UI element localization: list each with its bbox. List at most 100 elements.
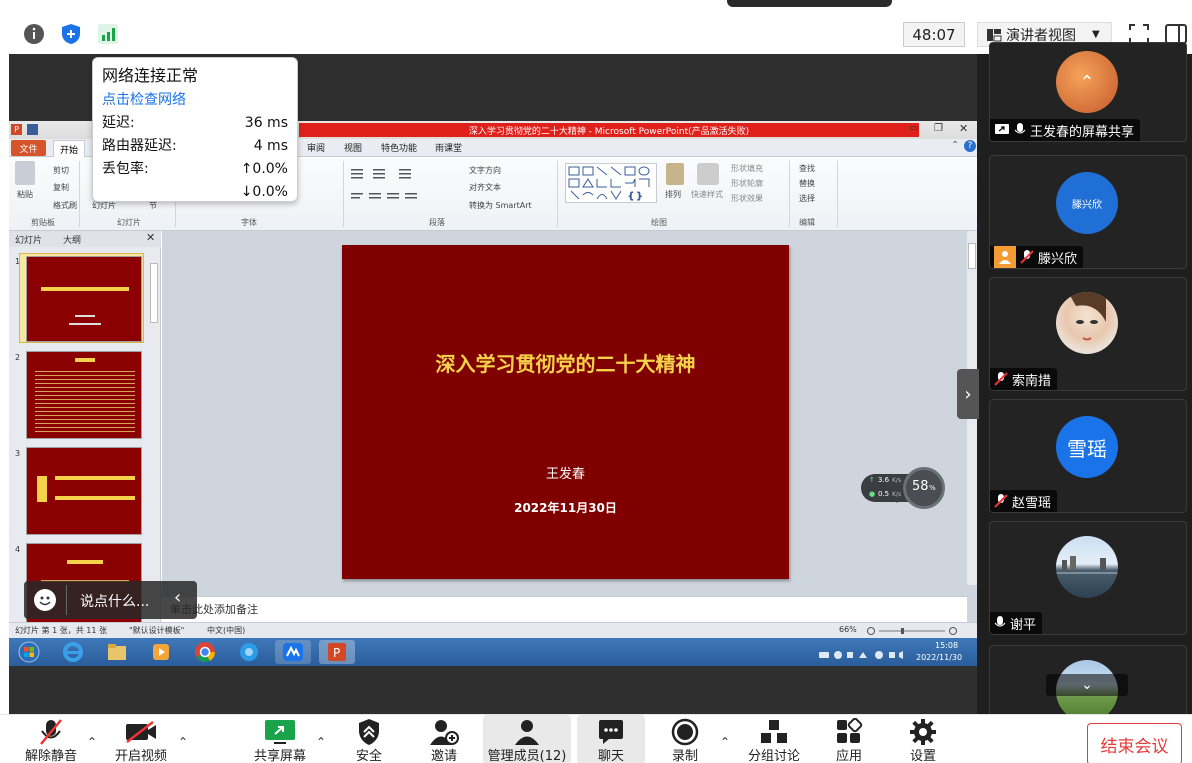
- invite-button[interactable]: 邀请: [420, 715, 468, 763]
- group-drawing: 绘图: [651, 218, 667, 227]
- chat-input-bar[interactable]: 说点什么... ‹: [24, 581, 197, 619]
- arrange-icon[interactable]: [666, 163, 684, 185]
- powerpoint-task-icon[interactable]: P: [319, 640, 355, 664]
- participant-panel: ⌃ 王发春的屏幕共享 滕兴欣 滕兴欣 索南措 雪瑶 赵雪瑶 谢平 ⌄: [977, 42, 1192, 725]
- restore-icon[interactable]: ❐: [934, 123, 943, 134]
- slide-title: 深入学习贯彻党的二十大精神: [435, 352, 696, 376]
- tencent-meeting-icon[interactable]: [275, 640, 311, 664]
- shape-fill-button[interactable]: 形状填充: [731, 163, 763, 174]
- record-button[interactable]: 录制: [662, 715, 708, 763]
- gear-icon: [910, 719, 936, 745]
- share-options-chevron-icon[interactable]: ⌃: [316, 735, 326, 749]
- participant-label: 王发春的屏幕共享: [990, 119, 1141, 141]
- breakout-rooms-button[interactable]: 分组讨论: [744, 715, 804, 763]
- chrome-icon[interactable]: [187, 640, 223, 664]
- group-clipboard: 剪贴板: [31, 218, 55, 227]
- tab-outline[interactable]: 大纲: [63, 233, 81, 246]
- apps-label: 应用: [835, 749, 862, 763]
- paragraph-controls[interactable]: [349, 165, 449, 209]
- replace-button[interactable]: 替换: [799, 178, 815, 189]
- zoom-slider[interactable]: [867, 627, 957, 635]
- help-icon[interactable]: ?: [964, 140, 976, 152]
- align-text-button[interactable]: 对齐文本: [469, 182, 501, 193]
- chat-label: 聊天: [597, 749, 624, 763]
- ribbon-divider: [789, 161, 790, 227]
- security-button[interactable]: 安全: [344, 715, 394, 763]
- ribbon-collapse-icon[interactable]: ⌃: [951, 140, 959, 151]
- format-painter-button[interactable]: 格式刷: [53, 200, 77, 211]
- tab-home[interactable]: 开始: [53, 140, 85, 157]
- media-player-icon[interactable]: [143, 640, 179, 664]
- find-button[interactable]: 查找: [799, 163, 815, 174]
- close-icon[interactable]: ✕: [959, 122, 968, 135]
- chat-button[interactable]: 聊天: [577, 715, 645, 763]
- participant-name: 滕兴欣: [1038, 251, 1078, 267]
- participant-tile-2[interactable]: 滕兴欣 滕兴欣: [989, 155, 1187, 269]
- save-icon[interactable]: [27, 124, 38, 135]
- tab-review[interactable]: 审阅: [307, 141, 325, 154]
- windows-start-icon[interactable]: [11, 640, 47, 664]
- shape-outline-button[interactable]: 形状轮廓: [731, 178, 763, 189]
- signal-icon[interactable]: [96, 22, 120, 46]
- participant-tile-5[interactable]: 谢平: [989, 521, 1187, 635]
- quick-styles-icon[interactable]: [697, 163, 719, 185]
- participant-tile-6[interactable]: ⌄: [989, 645, 1187, 725]
- record-options-chevron-icon[interactable]: ⌃: [720, 735, 730, 749]
- shapes-gallery[interactable]: { }: [565, 163, 657, 203]
- system-tray-icons[interactable]: [819, 646, 907, 659]
- apps-button[interactable]: 应用: [826, 715, 872, 763]
- unmute-button[interactable]: 解除静音: [22, 715, 80, 763]
- collapse-panel-button[interactable]: ›: [957, 369, 979, 419]
- notes-area[interactable]: 单击此处添加备注: [162, 596, 967, 622]
- shield-icon[interactable]: [59, 22, 83, 46]
- editor-scroll-handle[interactable]: [968, 243, 976, 269]
- network-speed-widget[interactable]: ↑ 3.6 K/s ● 0.5 K/s 58 %: [861, 467, 945, 509]
- info-icon[interactable]: [22, 22, 46, 46]
- video-options-chevron-icon[interactable]: ⌃: [178, 735, 188, 749]
- ie-browser-icon[interactable]: [55, 640, 91, 664]
- muted-microphone-icon: [40, 719, 62, 745]
- text-direction-button[interactable]: 文字方向: [469, 165, 501, 176]
- current-slide[interactable]: 深入学习贯彻党的二十大精神 王发春 2022年11月30日: [342, 245, 789, 579]
- slide-thumbnail-2[interactable]: [26, 351, 142, 439]
- minimize-icon[interactable]: ▭: [909, 123, 918, 134]
- close-pane-icon[interactable]: ✕: [146, 231, 155, 244]
- group-font: 字体: [241, 218, 257, 227]
- check-network-link[interactable]: 点击检查网络: [102, 88, 288, 112]
- tab-file[interactable]: 文件: [11, 140, 46, 156]
- cut-button[interactable]: 剪切: [53, 165, 69, 176]
- slide-count: 幻灯片 第 1 张，共 11 张: [15, 626, 107, 635]
- audio-options-chevron-icon[interactable]: ⌃: [87, 735, 97, 749]
- select-button[interactable]: 选择: [799, 193, 815, 204]
- participant-tile-3[interactable]: 索南措: [989, 277, 1187, 391]
- slide-thumbnail-1[interactable]: [26, 256, 142, 342]
- thumb-scrollbar[interactable]: [149, 247, 159, 622]
- copy-button[interactable]: 复制: [53, 182, 69, 193]
- manage-members-button[interactable]: 管理成员(12): [483, 715, 571, 763]
- start-video-button[interactable]: 开启视频: [112, 715, 170, 763]
- tab-special-features[interactable]: 特色功能: [381, 141, 417, 154]
- participant-tile-4[interactable]: 雪瑶 赵雪瑶: [989, 399, 1187, 513]
- chevron-up-icon[interactable]: ⌃: [1079, 72, 1094, 93]
- chevron-down-icon[interactable]: ⌄: [1046, 674, 1128, 696]
- participant-tile-share[interactable]: ⌃ 王发春的屏幕共享: [989, 42, 1187, 142]
- download-unit: K/s: [892, 491, 902, 498]
- tab-view[interactable]: 视图: [344, 141, 362, 154]
- thumb-scroll-handle[interactable]: [150, 263, 158, 323]
- end-meeting-button[interactable]: 结束会议: [1087, 723, 1182, 763]
- breakout-rooms-icon: [761, 720, 787, 743]
- thumb-number: 2: [15, 353, 21, 362]
- edge-browser-icon[interactable]: [231, 640, 267, 664]
- tab-rain-classroom[interactable]: 雨课堂: [435, 141, 462, 154]
- share-screen-button[interactable]: 共享屏幕: [250, 715, 310, 763]
- settings-button[interactable]: 设置: [900, 715, 946, 763]
- file-explorer-icon[interactable]: [99, 640, 135, 664]
- paste-icon[interactable]: [15, 161, 35, 185]
- chevron-left-icon[interactable]: ‹: [174, 587, 181, 608]
- avatar: [1056, 292, 1118, 354]
- shape-effects-button[interactable]: 形状效果: [731, 193, 763, 204]
- tab-slides[interactable]: 幻灯片: [15, 233, 42, 246]
- emoji-icon[interactable]: [34, 589, 56, 611]
- slide-thumbnail-3[interactable]: [26, 447, 142, 535]
- smartart-button[interactable]: 转换为 SmartArt: [469, 200, 532, 211]
